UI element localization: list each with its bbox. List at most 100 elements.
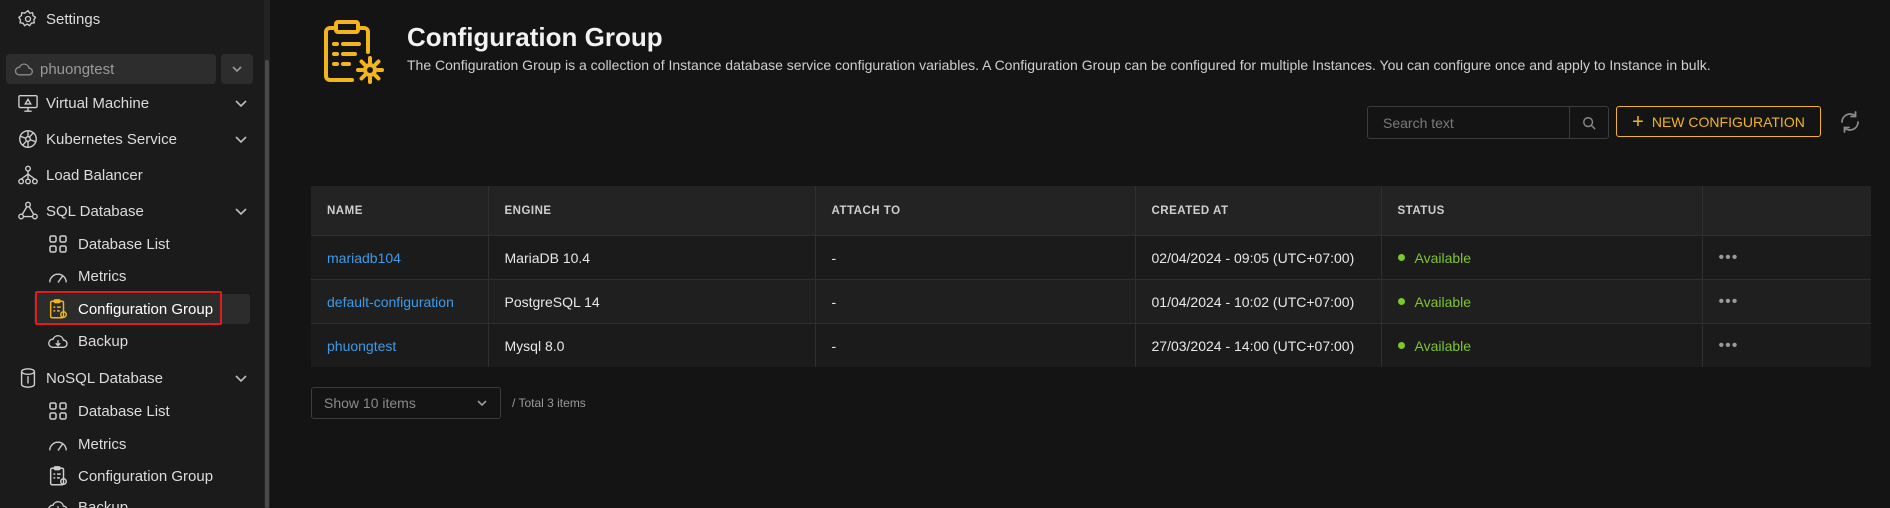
sidebar-item-label: Settings — [46, 10, 101, 28]
engine-cell: MariaDB 10.4 — [488, 235, 816, 280]
gauge-icon — [46, 264, 70, 288]
sql-database-icon — [16, 199, 40, 223]
config-name-link[interactable]: phuongtest — [311, 323, 489, 367]
sidebar-item-sql-database-list[interactable]: Database List — [0, 229, 264, 259]
sidebar-item-label: Database List — [78, 402, 170, 420]
status-dot-icon — [1397, 342, 1405, 349]
column-header-name[interactable]: NAME — [311, 186, 489, 236]
sidebar-item-label: Metrics — [78, 267, 127, 285]
plus-icon: + — [1632, 110, 1644, 133]
sidebar-item-settings[interactable]: Settings — [0, 4, 264, 34]
chevron-down-icon — [477, 400, 487, 407]
new-configuration-button[interactable]: + NEW CONFIGURATION — [1616, 106, 1821, 137]
clipboard-gear-icon — [46, 464, 70, 488]
sidebar-item-virtual-machine[interactable]: Virtual Machine — [0, 88, 264, 118]
sidebar-item-nosql-configuration-group[interactable]: Configuration Group — [0, 461, 264, 491]
attach-to-cell: - — [815, 323, 1136, 367]
sidebar-item-sql-backup[interactable]: Backup — [0, 326, 264, 356]
created-at-cell: 27/03/2024 - 14:00 (UTC+07:00) — [1135, 323, 1382, 367]
search-icon — [1583, 116, 1596, 130]
sidebar-item-load-balancer[interactable]: Load Balancer — [0, 160, 264, 190]
sidebar-item-sql-metrics[interactable]: Metrics — [0, 261, 264, 291]
sidebar-item-label: SQL Database — [46, 202, 144, 220]
new-configuration-label: NEW CONFIGURATION — [1651, 113, 1805, 130]
sidebar-item-kubernetes[interactable]: Kubernetes Service — [0, 124, 264, 154]
more-actions-icon[interactable]: ••• — [1719, 249, 1739, 266]
actions-cell: ••• — [1702, 235, 1871, 280]
page-description: The Configuration Group is a collection … — [407, 57, 1711, 73]
sidebar-item-nosql-backup[interactable]: Backup — [0, 492, 264, 508]
created-at-cell: 02/04/2024 - 09:05 (UTC+07:00) — [1135, 235, 1382, 280]
actions-cell: ••• — [1702, 323, 1871, 367]
sidebar-item-label: Metrics — [78, 435, 127, 453]
sidebar-item-label: Load Balancer — [46, 166, 143, 184]
gear-icon — [16, 7, 40, 31]
project-selector[interactable]: phuongtest — [6, 54, 216, 84]
chevron-down-icon — [232, 66, 242, 73]
created-at-cell: 01/04/2024 - 10:02 (UTC+07:00) — [1135, 279, 1382, 324]
config-name-link[interactable]: mariadb104 — [311, 235, 489, 280]
status-label: Available — [1414, 337, 1472, 354]
sidebar-item-label: Kubernetes Service — [46, 130, 177, 148]
search-input[interactable] — [1368, 107, 1569, 138]
page-title: Configuration Group — [407, 22, 663, 52]
highlight-outline — [35, 291, 222, 325]
column-header-actions — [1702, 186, 1871, 236]
nosql-database-icon — [16, 366, 40, 390]
attach-to-cell: - — [815, 235, 1136, 280]
status-cell: Available — [1381, 279, 1703, 324]
status-badge: Available — [1397, 337, 1686, 354]
scrollbar-thumb[interactable] — [265, 60, 269, 508]
sidebar: Settings phuongtest Virtual Machine Kube… — [0, 0, 264, 508]
total-items: / Total 3 items — [512, 396, 586, 410]
sidebar-item-nosql-database[interactable]: NoSQL Database — [0, 363, 264, 393]
search-button[interactable] — [1569, 107, 1608, 138]
project-dropdown-button[interactable] — [221, 54, 253, 84]
sidebar-item-label: Configuration Group — [78, 467, 214, 485]
sidebar-item-label: Backup — [78, 498, 129, 508]
search-box — [1367, 106, 1609, 139]
sidebar-scrollbar[interactable] — [264, 0, 270, 508]
status-badge: Available — [1397, 250, 1686, 266]
sidebar-item-label: NoSQL Database — [46, 369, 164, 387]
virtual-machine-icon — [16, 91, 40, 115]
cloud-icon — [14, 61, 34, 77]
kubernetes-icon — [16, 127, 40, 151]
cloud-backup-icon — [46, 329, 70, 353]
more-actions-icon[interactable]: ••• — [1719, 337, 1739, 354]
grid-icon — [46, 232, 70, 256]
chevron-down-icon — [235, 375, 247, 383]
sidebar-item-sql-database[interactable]: SQL Database — [0, 196, 264, 226]
table-row[interactable]: default-configuration PostgreSQL 14 - 01… — [311, 279, 1871, 324]
gauge-icon — [46, 432, 70, 456]
column-header-attach-to[interactable]: ATTACH TO — [815, 186, 1136, 236]
status-cell: Available — [1381, 235, 1703, 280]
page-size-select[interactable]: Show 10 items — [311, 387, 501, 419]
sidebar-item-label: Database List — [78, 235, 170, 253]
status-dot-icon — [1397, 298, 1405, 305]
column-header-status[interactable]: STATUS — [1381, 186, 1703, 236]
engine-cell: PostgreSQL 14 — [488, 279, 816, 324]
attach-to-cell: - — [815, 279, 1136, 324]
chevron-down-icon — [235, 136, 247, 144]
configuration-table: NAME ENGINE ATTACH TO CREATED AT STATUS … — [311, 186, 1871, 367]
load-balancer-icon — [16, 163, 40, 187]
page-size-label: Show 10 items — [324, 395, 416, 411]
chevron-down-icon — [235, 208, 247, 216]
refresh-icon[interactable] — [1837, 109, 1863, 135]
table-row[interactable]: phuongtest Mysql 8.0 - 27/03/2024 - 14:0… — [311, 323, 1871, 367]
status-label: Available — [1414, 293, 1472, 310]
cloud-backup-icon — [46, 495, 70, 508]
sidebar-item-label: Backup — [78, 332, 129, 350]
sidebar-item-nosql-metrics[interactable]: Metrics — [0, 429, 264, 459]
status-cell: Available — [1381, 323, 1703, 367]
table-row[interactable]: mariadb104 MariaDB 10.4 - 02/04/2024 - 0… — [311, 235, 1871, 280]
project-name: phuongtest — [40, 60, 115, 78]
column-header-engine[interactable]: ENGINE — [488, 186, 816, 236]
engine-cell: Mysql 8.0 — [488, 323, 816, 367]
config-name-link[interactable]: default-configuration — [311, 279, 489, 324]
column-header-created-at[interactable]: CREATED AT — [1135, 186, 1382, 236]
more-actions-icon[interactable]: ••• — [1719, 293, 1739, 310]
sidebar-item-nosql-database-list[interactable]: Database List — [0, 396, 264, 426]
grid-icon — [46, 399, 70, 423]
